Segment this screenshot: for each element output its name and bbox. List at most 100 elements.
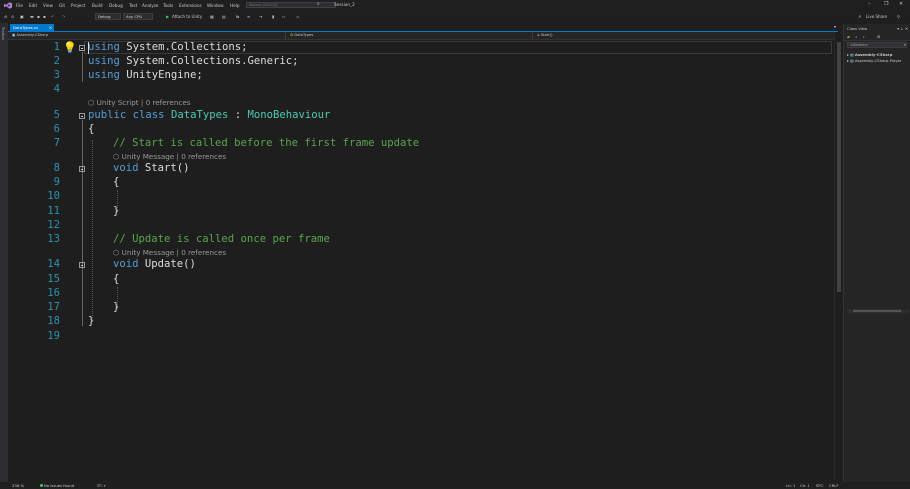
toolbar-layout-icon[interactable]: ▤: [222, 14, 226, 19]
toolbar-indent-icon[interactable]: ⇥: [259, 14, 262, 19]
save-icon[interactable]: ▪: [37, 14, 40, 19]
unity-icon: ⬡: [113, 152, 122, 161]
line-number: 7: [53, 137, 60, 149]
line-number: 8: [53, 162, 60, 174]
account-icon[interactable]: ⚲: [897, 14, 900, 19]
tree-item-assembly-csharp-player[interactable]: ▸ ▤ Assembly-CSharp-Player: [847, 58, 901, 63]
editor-vertical-scrollbar[interactable]: [834, 32, 843, 480]
line-number: 10: [47, 190, 60, 202]
scrollbar-thumb[interactable]: [837, 42, 841, 292]
zoom-level[interactable]: 236 %: [12, 483, 24, 488]
back-icon[interactable]: ⊖: [4, 14, 7, 19]
class-view-search-input[interactable]: <Search>: [847, 42, 907, 48]
menu-tools[interactable]: Tools: [163, 3, 173, 8]
tab-datatypes[interactable]: DataTypes.cs ✕: [10, 24, 54, 31]
search-icon[interactable]: ⌕: [317, 1, 320, 7]
fold-line: [82, 52, 83, 82]
platform-dropdown[interactable]: Any CPU: [123, 13, 153, 20]
toolbar-nav-icon[interactable]: ⇄: [282, 14, 285, 19]
line-number: 9: [53, 176, 60, 188]
toolbox-tab[interactable]: Toolbox: [1, 27, 5, 40]
toolbar-tools-icon[interactable]: ▦: [210, 14, 214, 19]
menu-file[interactable]: File: [16, 3, 23, 8]
brush-icon[interactable]: ⌦ ▾: [97, 483, 105, 488]
live-share-icon[interactable]: ⇗: [858, 14, 861, 19]
fold-toggle-icon[interactable]: [79, 262, 85, 268]
back-nav-icon[interactable]: ◂: [855, 34, 857, 39]
code-editor[interactable]: 💡 1 2 3 4 5 6 7 8 9 10 11 12 13 14 15 16…: [8, 40, 834, 480]
class-label: DataTypes: [294, 33, 314, 37]
menu-analyze[interactable]: Analyze: [142, 3, 159, 8]
member-dropdown[interactable]: ◈ Start(): [533, 32, 838, 39]
check-icon: [40, 484, 43, 487]
fold-toggle-icon[interactable]: [79, 113, 85, 119]
class-dropdown[interactable]: ⚙ DataTypes: [286, 32, 533, 39]
restore-icon[interactable]: ❐: [884, 1, 888, 7]
project-label: Assembly-CSharp: [16, 33, 49, 37]
menu-test[interactable]: Test: [129, 3, 137, 8]
configuration-dropdown[interactable]: Debug: [95, 13, 121, 20]
code-line-18: }: [88, 315, 95, 327]
undo-icon[interactable]: ↶: [51, 14, 54, 19]
save-all-icon[interactable]: ▪: [43, 14, 46, 19]
codelens-update[interactable]: ⬡ Unity Message | 0 references: [113, 248, 226, 257]
fold-toggle-icon[interactable]: [79, 45, 85, 51]
toolbar-more-icon[interactable]: ⇉: [296, 14, 299, 19]
toolbox-strip: Toolbox: [0, 23, 8, 482]
forward-nav-icon[interactable]: ▸: [863, 34, 865, 39]
forward-icon[interactable]: ⊙: [11, 14, 14, 19]
open-icon[interactable]: ▬: [30, 14, 34, 19]
menu-debug[interactable]: Debug: [109, 3, 123, 8]
toolbar-comment-icon[interactable]: ≡: [247, 14, 250, 19]
folder-icon[interactable]: ▰: [847, 34, 850, 39]
tab-overflow-icon[interactable]: ▾: [834, 24, 836, 29]
minimize-icon[interactable]: –: [868, 1, 871, 7]
menu-extensions[interactable]: Extensions: [179, 3, 202, 8]
class-view-panel: Class View ▾ ⊥ ✕ ▰ ◂ ▸ ⚙ <Search> ⌕ ▸ ▤ …: [843, 24, 910, 482]
attach-to-unity-button[interactable]: Attach to Unity: [172, 14, 202, 19]
line-number: 18: [47, 315, 60, 327]
document-tab-row: DataTypes.cs ✕ ▾: [8, 24, 838, 32]
toolbar-format-icon[interactable]: ↹: [236, 14, 239, 19]
line-number: 6: [53, 123, 60, 135]
search-input[interactable]: Search (Ctrl+Q): [246, 2, 336, 8]
menu-git[interactable]: Git: [59, 3, 65, 8]
live-share-button[interactable]: Live Share: [866, 14, 887, 19]
menu-help[interactable]: Help: [230, 3, 240, 8]
line-number: 5: [53, 109, 60, 121]
class-view-horizontal-scrollbar[interactable]: [847, 309, 909, 313]
menu-window[interactable]: Window: [207, 3, 224, 8]
menu-bar: File Edit View Git Project Build Debug T…: [0, 0, 910, 11]
line-number: 4: [53, 83, 60, 95]
tab-close-icon[interactable]: ✕: [49, 24, 52, 31]
play-icon[interactable]: ▶: [166, 14, 169, 19]
new-item-icon[interactable]: ▣: [20, 14, 24, 19]
menu-view[interactable]: View: [43, 3, 53, 8]
visual-studio-logo-icon[interactable]: [4, 2, 12, 9]
line-ending-indicator[interactable]: CRLF: [829, 483, 839, 488]
column-indicator[interactable]: Ch: 1: [800, 483, 810, 488]
class-view-toolbar: ▰ ◂ ▸ ⚙: [844, 33, 910, 41]
menu-build[interactable]: Build: [92, 3, 103, 8]
line-number: 19: [47, 330, 60, 342]
redo-icon[interactable]: ↷: [62, 14, 65, 19]
menu-project[interactable]: Project: [71, 3, 85, 8]
codelens-start[interactable]: ⬡ Unity Message | 0 references: [113, 152, 226, 161]
menu-edit[interactable]: Edit: [29, 3, 37, 8]
codelens-class[interactable]: ⬡ Unity Script | 0 references: [88, 98, 191, 107]
line-indicator[interactable]: Ln: 1: [786, 483, 795, 488]
unity-icon: ⬡: [113, 248, 122, 257]
code-line-5: public class DataTypes : MonoBehaviour: [88, 109, 331, 121]
search-icon[interactable]: ⌕: [904, 42, 906, 47]
project-dropdown[interactable]: ▣ Assembly-CSharp: [8, 32, 286, 39]
scrollbar-thumb[interactable]: [853, 310, 901, 312]
lightbulb-icon[interactable]: 💡: [63, 41, 77, 54]
panel-close-icon[interactable]: ▾ ⊥ ✕: [897, 26, 908, 31]
settings-gear-icon[interactable]: ⚙: [877, 34, 880, 39]
close-icon[interactable]: ✕: [899, 1, 903, 7]
tree-item-assembly-csharp[interactable]: ▸ ▤ Assembly-CSharp: [847, 52, 892, 57]
whitespace-indicator[interactable]: SPC: [816, 483, 823, 488]
fold-toggle-icon[interactable]: [79, 166, 85, 172]
issues-indicator[interactable]: No issues found: [40, 483, 74, 488]
bookmark-icon[interactable]: ▮: [272, 14, 274, 19]
